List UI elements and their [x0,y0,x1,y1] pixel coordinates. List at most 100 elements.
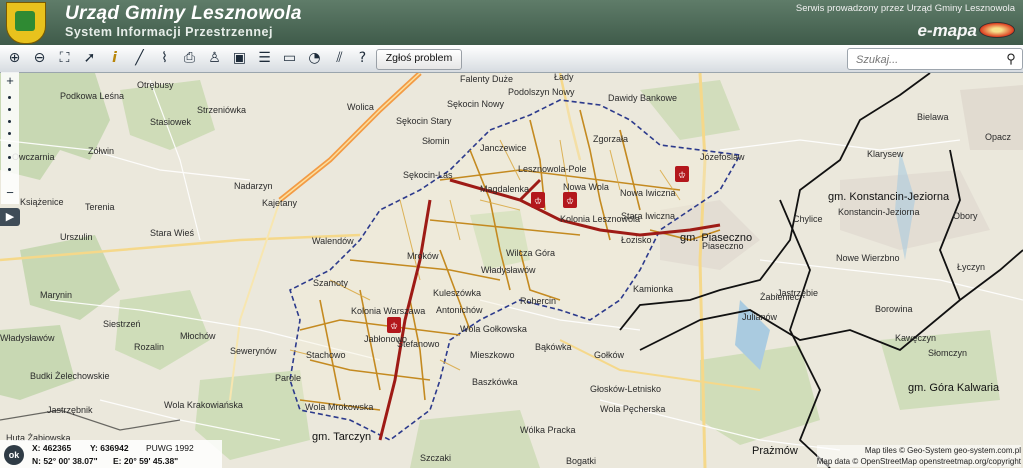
svg-text:Podolszyn Nowy: Podolszyn Nowy [508,87,575,97]
svg-text:Wola Pęcherska: Wola Pęcherska [600,404,665,414]
svg-text:Sękocin Nowy: Sękocin Nowy [447,99,505,109]
emapa-brand[interactable]: e-mapa [917,21,977,41]
help-icon[interactable]: ? [353,49,372,68]
svg-text:Łady: Łady [554,73,574,82]
svg-text:gm. Tarczyn: gm. Tarczyn [312,431,371,443]
svg-text:Kajetany: Kajetany [262,198,298,208]
coord-x: X: 462365 [32,443,72,453]
svg-text:Młochów: Młochów [180,331,216,341]
svg-text:Wola Gołkowska: Wola Gołkowska [460,324,527,334]
layers-stack-icon[interactable]: ☰ [255,49,274,68]
svg-text:Budki Żelechowskie: Budki Żelechowskie [30,371,110,381]
svg-text:Nadarzyn: Nadarzyn [234,181,273,191]
municipal-marker[interactable]: ♔ [531,192,545,208]
svg-text:Magdalenka: Magdalenka [480,184,529,194]
svg-text:Nowa Iwiczna: Nowa Iwiczna [620,188,676,198]
svg-text:Otrębusy: Otrębusy [137,80,174,90]
svg-text:gm. Konstancin-Jeziorna: gm. Konstancin-Jeziorna [828,191,950,203]
svg-text:Piaseczno: Piaseczno [702,241,744,251]
svg-text:Szamoty: Szamoty [313,278,349,288]
svg-text:Borowina: Borowina [875,304,913,314]
coordinates-panel: X: 462365 Y: 636942 PUWG 1992 N: 52° 00'… [0,440,222,468]
svg-text:Falenty Duże: Falenty Duże [460,74,513,84]
svg-text:♔: ♔ [566,197,574,207]
svg-text:Dawidy Bankowe: Dawidy Bankowe [608,93,677,103]
svg-text:Nowe Wierzbno: Nowe Wierzbno [836,253,900,263]
info-icon[interactable]: i [105,49,124,68]
svg-text:Podkowa Leśna: Podkowa Leśna [60,91,124,101]
svg-text:Władysławów: Władysławów [0,333,55,343]
municipal-marker[interactable]: ♔ [675,166,689,182]
svg-text:Wola Krakowiańska: Wola Krakowiańska [164,400,243,410]
svg-text:Szczaki: Szczaki [420,453,451,463]
svg-text:Baszkówka: Baszkówka [472,377,518,387]
report-problem-button[interactable]: Zgłoś problem [376,49,462,70]
municipal-marker[interactable]: ♔ [387,317,401,333]
svg-text:♔: ♔ [390,322,398,332]
svg-text:Marynin: Marynin [40,290,72,300]
municipal-marker[interactable]: ♔ [563,192,577,208]
measure-distance-icon[interactable]: ╱ [130,49,149,68]
svg-text:Zółwin: Zółwin [88,146,114,156]
svg-text:Kawęczyn: Kawęczyn [895,333,936,343]
zoom-extent-icon[interactable]: ⛶ [55,49,74,68]
svg-text:Sękocin Stary: Sękocin Stary [396,116,452,126]
svg-text:Stara Iwiczna: Stara Iwiczna [621,211,675,221]
layers-icon[interactable]: ▣ [230,49,249,68]
search-icon[interactable]: ⚲ [1002,49,1020,69]
coord-system: PUWG 1992 [146,443,194,453]
svg-text:Stara Wieś: Stara Wieś [150,228,195,238]
tiles-credit[interactable]: Map tiles © Geo-System geo-system.com.pl [817,445,1021,456]
svg-text:Parole: Parole [275,373,301,383]
svg-text:Robercin: Robercin [520,296,556,306]
svg-text:Łyczyn: Łyczyn [957,262,985,272]
app-subtitle: System Informacji Przestrzennej [65,25,273,39]
svg-text:Zgorzała: Zgorzała [593,134,628,144]
ok-button[interactable]: ok [4,445,24,465]
svg-text:Mroków: Mroków [407,251,439,261]
svg-text:Wola Mrokowska: Wola Mrokowska [305,402,373,412]
geosystem-logo[interactable] [979,22,1015,38]
hatch-icon[interactable]: ⫽ [330,49,349,68]
svg-text:Lesznowola-Pole: Lesznowola-Pole [518,164,587,174]
svg-text:Stachowo: Stachowo [306,350,346,360]
zoom-out-icon[interactable]: ⊖ [30,49,49,68]
svg-text:Rozalin: Rozalin [134,342,164,352]
app-header: Urząd Gminy Lesznowola System Informacji… [0,0,1023,45]
zoom-in-icon[interactable]: ⊕ [5,49,24,68]
svg-text:Nowa Wola: Nowa Wola [563,182,609,192]
svg-text:Gołków: Gołków [594,350,625,360]
svg-text:Opacz: Opacz [985,132,1012,142]
svg-text:Julianów: Julianów [742,312,778,322]
app-title: Urząd Gminy Lesznowola [65,3,302,24]
served-by-text: Serwis prowadzony przez Urząd Gminy Lesz… [795,3,1015,14]
svg-text:Konstancin-Jeziorna: Konstancin-Jeziorna [838,207,920,217]
svg-text:Mieszkowo: Mieszkowo [470,350,515,360]
print-icon[interactable]: ⎙ [180,49,199,68]
measure-area-icon[interactable]: ⌇ [155,49,174,68]
data-credit[interactable]: Map data © OpenStreetMap openstreetmap.o… [817,456,1021,467]
expand-panel-button[interactable]: ▶ [0,208,20,226]
svg-text:Sękocin-Las: Sękocin-Las [403,170,453,180]
annotation-icon[interactable]: ▭ [280,49,299,68]
search-input[interactable] [854,51,998,68]
svg-text:Antonichów: Antonichów [436,305,483,315]
svg-text:Siestrzeń: Siestrzeń [103,319,141,329]
svg-text:Stefanowo: Stefanowo [397,339,440,349]
comment-icon[interactable]: ◔ [305,49,324,68]
pointer-icon[interactable]: ➚ [80,49,99,68]
map-view[interactable]: ♔ ♔ ♔ ♔ Otrębusy Podkowa Leśna Strzeniów… [0,73,1023,468]
svg-text:♔: ♔ [678,171,686,181]
svg-text:Terenia: Terenia [85,202,115,212]
zoom-plus-button[interactable]: + [3,74,17,88]
street-view-icon[interactable]: ♙ [205,49,224,68]
svg-text:Urszulin: Urszulin [60,232,93,242]
zoom-slider[interactable]: + − [1,72,19,204]
zoom-minus-button[interactable]: − [3,186,17,200]
svg-text:Józefoslaw: Józefoslaw [700,152,745,162]
svg-text:Walendów: Walendów [312,236,354,246]
svg-text:Wilcza Góra: Wilcza Góra [506,248,555,258]
coat-of-arms-logo [6,2,46,44]
map-canvas[interactable]: ♔ ♔ ♔ ♔ Otrębusy Podkowa Leśna Strzeniów… [0,73,1023,468]
search-box: ⚲ [847,48,1023,70]
